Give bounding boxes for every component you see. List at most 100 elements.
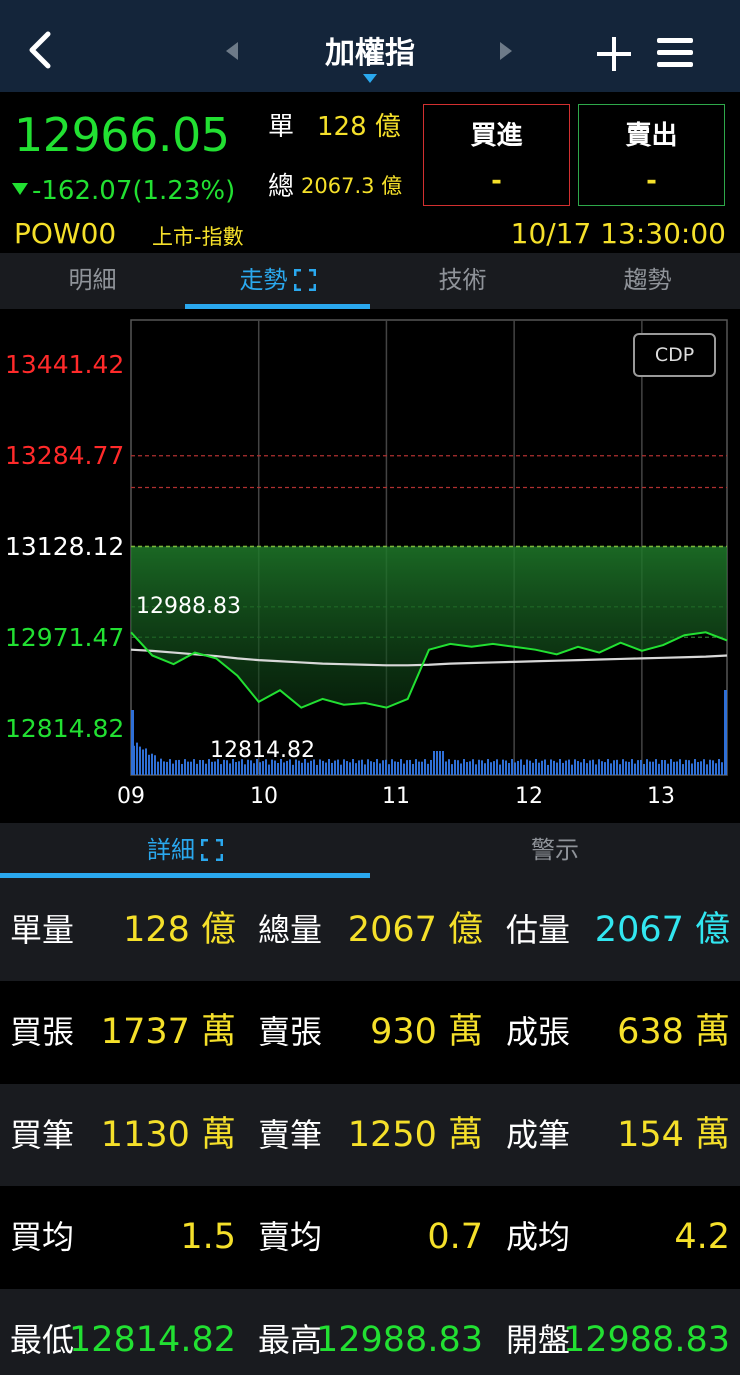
volume-bar [577, 761, 579, 775]
stats-row: 最低 12814.82 最高 12988.83 開盤 12988.83 [0, 1289, 740, 1375]
volume-bar [160, 758, 162, 775]
volume-bar [430, 759, 432, 775]
volume-bar [163, 761, 165, 775]
page-title[interactable]: 加權指 [270, 28, 470, 72]
stat-value: 1250 萬 [347, 1115, 483, 1155]
volume-bar [565, 760, 567, 775]
volume-bar [619, 764, 621, 775]
x-tick-label: 11 [382, 784, 410, 809]
volume-bar [481, 760, 483, 775]
volume-bar [661, 759, 663, 775]
tab-trend-label: 走勢 [239, 266, 288, 294]
buy-button[interactable]: 買進 - [423, 104, 570, 206]
volume-bar [340, 764, 342, 775]
down-triangle-icon [12, 183, 28, 195]
volume-bar [316, 764, 318, 775]
volume-bar [574, 759, 576, 775]
volume-bar [688, 760, 690, 775]
stat-label: 買均 [10, 1218, 75, 1256]
tab-details-label: 明細 [68, 266, 117, 294]
tab-details[interactable]: 明細 [0, 253, 185, 309]
volume-bar [346, 761, 348, 775]
volume-bar [664, 760, 666, 775]
volume-bar [379, 763, 381, 775]
volume-bar [451, 764, 453, 775]
sell-button[interactable]: 賣出 - [578, 104, 725, 206]
market-type: 上市-指數 [152, 225, 244, 249]
volume-bar [400, 759, 402, 775]
stat-label: 賣張 [258, 1013, 323, 1051]
volume-bar [541, 760, 543, 775]
volume-bar [610, 763, 612, 775]
volume-bar [589, 760, 591, 775]
fullscreen-icon[interactable] [293, 269, 316, 291]
volume-bar [259, 762, 261, 775]
price-change: -162.07(1.23%) [12, 176, 235, 206]
volume-bar [439, 751, 441, 775]
tab-alert[interactable]: 警示 [370, 823, 740, 879]
volume-bar [364, 764, 366, 775]
tab-detail[interactable]: 詳細 [0, 823, 370, 879]
volume-bar [511, 759, 513, 775]
price-change-text: -162.07(1.23%) [32, 176, 236, 206]
volume-bar [175, 760, 177, 775]
previous-arrow-icon[interactable] [224, 40, 240, 62]
volume-bar [715, 763, 717, 775]
intraday-chart[interactable] [0, 309, 740, 823]
volume-bar [325, 762, 327, 775]
high-marker-label: 12988.83 [136, 594, 241, 619]
volume-bar [709, 759, 711, 775]
x-tick-label: 09 [117, 784, 145, 809]
tab-tendency[interactable]: 趨勢 [555, 253, 740, 309]
volume-bar [253, 763, 255, 775]
cdp-button[interactable]: CDP [633, 333, 716, 377]
volume-bar [508, 763, 510, 775]
volume-bar [607, 759, 609, 775]
volume-bar [397, 761, 399, 775]
price-area-fill [131, 546, 727, 708]
symbol-code: POW00 [14, 217, 117, 250]
stat-label: 單量 [10, 911, 75, 949]
volume-bar [235, 762, 237, 775]
caret-down-icon[interactable] [363, 74, 377, 83]
stat-label: 買張 [10, 1013, 75, 1051]
volume-bar [568, 759, 570, 775]
volume-bar [697, 762, 699, 775]
volume-bar [670, 759, 672, 775]
volume-bar [358, 760, 360, 775]
stat-label: 最低 [10, 1321, 75, 1359]
hamburger-menu-icon[interactable] [655, 36, 695, 70]
volume-bar [598, 759, 600, 775]
tab-trend[interactable]: 走勢 [185, 253, 370, 309]
stat-value: 154 萬 [617, 1115, 730, 1155]
next-arrow-icon[interactable] [498, 40, 514, 62]
total-volume-label: 總 [268, 172, 295, 202]
volume-bar [277, 763, 279, 775]
fullscreen-icon[interactable] [201, 839, 223, 861]
tab-technical[interactable]: 技術 [370, 253, 555, 309]
volume-bar [148, 754, 150, 775]
sell-value: - [646, 166, 657, 196]
volume-bar [457, 760, 459, 775]
total-volume-value: 2067.3 億 [301, 174, 403, 198]
volume-bar [334, 760, 336, 775]
y-tick-label: 13284.77 [5, 441, 125, 470]
volume-bar [700, 761, 702, 775]
volume-bar [181, 763, 183, 775]
tab-tendency-label: 趨勢 [623, 266, 672, 294]
volume-bar [286, 760, 288, 775]
volume-bar [562, 762, 564, 775]
volume-bar [556, 762, 558, 775]
volume-bar [292, 764, 294, 775]
chevron-left-icon[interactable] [22, 30, 62, 70]
volume-bar [412, 763, 414, 775]
stat-label: 最高 [258, 1321, 323, 1359]
plus-icon[interactable] [594, 34, 634, 74]
volume-bar [136, 742, 138, 775]
volume-bar [592, 759, 594, 775]
stat-label: 總量 [258, 911, 323, 949]
volume-bar [514, 762, 516, 775]
volume-bar [343, 759, 345, 775]
volume-bar [145, 748, 147, 775]
volume-bar [712, 760, 714, 775]
